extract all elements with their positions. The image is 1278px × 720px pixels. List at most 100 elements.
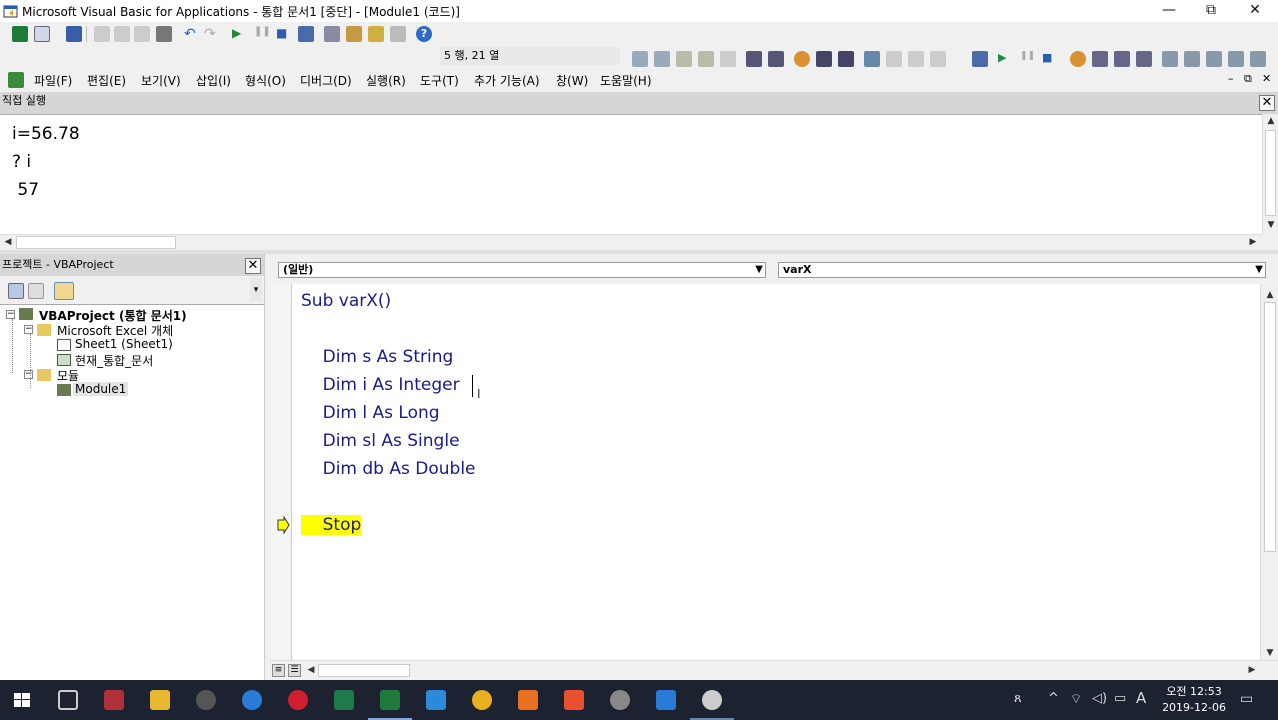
code-margin[interactable] (270, 284, 292, 660)
network-icon[interactable]: ⌔ (1070, 691, 1082, 707)
view-object-icon[interactable] (28, 283, 44, 299)
scroll-left-icon[interactable]: ◀ (1, 237, 15, 247)
child-close-button[interactable]: ✕ (1262, 72, 1271, 85)
menu-file[interactable]: 파일(F) (34, 72, 72, 89)
debug-break-icon[interactable]: ❚❚ (1020, 51, 1036, 67)
system-clock[interactable]: 오전 12:53 2019-12-06 (1162, 684, 1226, 716)
copy-icon[interactable] (114, 26, 130, 42)
menu-window[interactable]: 창(W) (556, 72, 588, 89)
battery-icon[interactable]: ▭ (1114, 691, 1126, 706)
paste-icon[interactable] (134, 26, 150, 42)
redo-icon[interactable]: ↷ (204, 26, 220, 42)
volume-icon[interactable]: ◁) (1092, 691, 1107, 706)
immediate-window-icon[interactable] (1184, 51, 1200, 67)
full-module-view-icon[interactable]: ☰ (288, 664, 301, 677)
quick-info-icon[interactable] (676, 51, 692, 67)
ime-indicator[interactable]: A (1136, 689, 1146, 707)
uncomment-block-icon[interactable] (838, 51, 854, 67)
step-into-icon[interactable] (1092, 51, 1108, 67)
tree-sheet1[interactable]: Sheet1 (Sheet1) (75, 337, 173, 351)
toolbox-icon[interactable] (390, 26, 406, 42)
toggle-folders-icon[interactable] (54, 282, 74, 300)
outdent-icon[interactable] (768, 51, 784, 67)
edge-icon[interactable] (242, 690, 262, 710)
debug-run-icon[interactable]: ▶ (998, 51, 1014, 67)
task-view-icon[interactable] (58, 690, 78, 710)
sheet-app-icon[interactable] (334, 690, 354, 710)
project-close-button[interactable]: ✕ (245, 258, 261, 274)
scroll-down-icon[interactable]: ▼ (1263, 648, 1277, 658)
scroll-left-icon[interactable]: ◀ (304, 665, 318, 675)
menu-edit[interactable]: 편집(E) (87, 72, 126, 89)
clear-bookmarks-icon[interactable] (930, 51, 946, 67)
run-icon[interactable]: ▶ (232, 26, 248, 42)
excel-icon[interactable] (380, 690, 400, 710)
parameter-info-icon[interactable] (698, 51, 714, 67)
tree-workbook[interactable]: 현재_통합_문서 (75, 352, 153, 369)
vba-taskbar-icon[interactable] (702, 690, 722, 710)
quick-watch-icon[interactable] (1228, 51, 1244, 67)
cut-icon[interactable] (94, 26, 110, 42)
code-vscroll-thumb[interactable] (1264, 302, 1276, 552)
procedure-dropdown[interactable]: varX ▼ (778, 262, 1266, 278)
reset-icon[interactable]: ■ (276, 26, 292, 42)
menu-help[interactable]: 도움말(H) (600, 72, 652, 89)
menu-tools[interactable]: 도구(T) (420, 72, 459, 89)
file-explorer-icon[interactable] (150, 690, 170, 710)
step-over-icon[interactable] (1114, 51, 1130, 67)
procedure-view-icon[interactable]: ≡ (272, 664, 285, 677)
scroll-right-icon[interactable]: ▶ (1246, 237, 1260, 247)
scroll-up-icon[interactable]: ▲ (1264, 116, 1278, 126)
step-out-icon[interactable] (1136, 51, 1152, 67)
comment-block-icon[interactable] (816, 51, 832, 67)
watch-window-icon[interactable] (1206, 51, 1222, 67)
restore-button[interactable]: ⧉ (1188, 0, 1234, 22)
break-icon[interactable]: ❚❚ (254, 26, 271, 42)
object-browser-icon[interactable] (368, 26, 384, 42)
expander-icon[interactable]: − (6, 310, 15, 319)
design-mode-icon[interactable] (298, 26, 314, 42)
object-dropdown[interactable]: (일반) ▼ (278, 262, 766, 278)
tree-module1[interactable]: Module1 (73, 382, 129, 396)
people-icon[interactable]: ጸ (1014, 691, 1022, 706)
help-icon[interactable]: ? (416, 26, 432, 42)
scroll-up-icon[interactable]: ▲ (1263, 290, 1277, 300)
close-button[interactable]: ✕ (1232, 0, 1278, 22)
debug-reset-icon[interactable]: ■ (1042, 51, 1058, 67)
insert-module-icon[interactable] (34, 26, 50, 42)
project-toolbar-overflow[interactable]: ▾ (250, 278, 262, 302)
taskbar-app-icon[interactable] (104, 690, 124, 710)
minimize-button[interactable]: — (1146, 0, 1192, 22)
code-hscrollbar[interactable]: ≡ ☰ ◀ ▶ (270, 660, 1278, 680)
expander-icon[interactable]: − (24, 370, 33, 379)
child-minimize-button[interactable]: – (1228, 72, 1234, 85)
code-editor[interactable]: Sub varX() Dim s As String Dim i As Inte… (292, 284, 1260, 660)
previous-bookmark-icon[interactable] (908, 51, 924, 67)
start-icon[interactable] (12, 690, 32, 710)
obs-icon[interactable] (196, 690, 216, 710)
menu-addins[interactable]: 추가 기능(A) (474, 72, 540, 89)
find-icon[interactable] (156, 26, 172, 42)
next-bookmark-icon[interactable] (886, 51, 902, 67)
app-icon[interactable] (426, 690, 446, 710)
project-tree[interactable]: − VBAProject (통합 문서1) − Microsoft Excel … (0, 304, 264, 680)
immediate-window[interactable]: i=56.78 ? i 57 (0, 114, 1262, 234)
debug-design-mode-icon[interactable] (972, 51, 988, 67)
immediate-vscrollbar[interactable]: ▲ ▼ (1262, 114, 1278, 234)
properties-icon[interactable] (346, 26, 362, 42)
brave-icon[interactable] (564, 690, 584, 710)
code-hscroll-thumb[interactable] (318, 664, 410, 677)
toggle-bookmark-icon[interactable] (864, 51, 880, 67)
immediate-hscroll-thumb[interactable] (16, 236, 176, 249)
menu-debug[interactable]: 디버그(D) (300, 72, 352, 89)
project-explorer-icon[interactable] (324, 26, 340, 42)
code-vscrollbar[interactable]: ▲ ▼ (1260, 284, 1278, 660)
save-icon[interactable] (66, 26, 82, 42)
undo-icon[interactable]: ↶ (184, 26, 200, 42)
opera-icon[interactable] (288, 690, 308, 710)
excel-view-icon[interactable] (12, 26, 28, 42)
menu-view[interactable]: 보기(V) (141, 72, 181, 89)
menu-run[interactable]: 실행(R) (366, 72, 406, 89)
scroll-right-icon[interactable]: ▶ (1245, 665, 1259, 675)
immediate-vscroll-thumb[interactable] (1265, 130, 1276, 216)
